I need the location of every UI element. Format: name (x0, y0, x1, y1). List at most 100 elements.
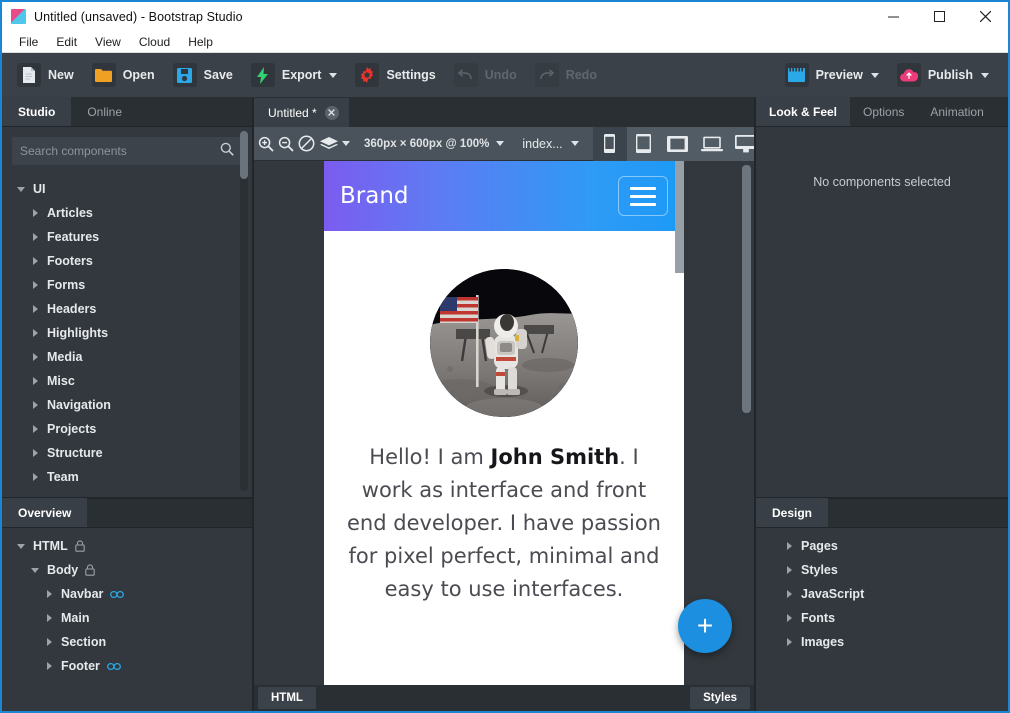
chevron-right-icon[interactable] (30, 233, 40, 241)
tab-options[interactable]: Options (850, 97, 918, 126)
tree-item-images[interactable]: Images (756, 630, 1008, 654)
tab-look-and-feel[interactable]: Look & Feel (756, 97, 851, 126)
chevron-right-icon[interactable] (784, 614, 794, 622)
scrollbar-thumb[interactable] (675, 161, 684, 273)
search-box[interactable] (12, 137, 242, 165)
html-panel-button[interactable]: HTML (258, 687, 316, 709)
menu-file[interactable]: File (10, 33, 47, 51)
chevron-right-icon[interactable] (30, 281, 40, 289)
tree-item-team[interactable]: Team (2, 465, 252, 489)
search-icon[interactable] (220, 142, 234, 161)
preview-navbar[interactable]: Brand (324, 161, 684, 231)
chevron-right-icon[interactable] (30, 329, 40, 337)
device-frame[interactable]: Brand Hello! I am John Smith. I work as … (324, 161, 684, 685)
device-phone-landscape-button[interactable] (626, 126, 661, 161)
maximize-button[interactable] (916, 2, 962, 31)
tab-studio[interactable]: Studio (2, 97, 72, 126)
menu-edit[interactable]: Edit (47, 33, 86, 51)
tree-item-media[interactable]: Media (2, 345, 252, 369)
menu-cloud[interactable]: Cloud (130, 33, 179, 51)
styles-panel-button[interactable]: Styles (690, 687, 750, 709)
tree-item-pages[interactable]: Pages (756, 534, 1008, 558)
chevron-right-icon[interactable] (44, 638, 54, 646)
tree-item-javascript[interactable]: JavaScript (756, 582, 1008, 606)
chevron-down-icon[interactable] (16, 543, 26, 549)
search-input[interactable] (20, 144, 220, 158)
chevron-right-icon[interactable] (784, 590, 794, 598)
tree-item-navigation[interactable]: Navigation (2, 393, 252, 417)
chevron-right-icon[interactable] (30, 449, 40, 457)
canvas-file-selector[interactable]: index... (522, 137, 579, 151)
tree-item-html[interactable]: HTML (2, 534, 252, 558)
chevron-right-icon[interactable] (30, 377, 40, 385)
menu-view[interactable]: View (86, 33, 130, 51)
no-style-icon[interactable] (298, 131, 315, 157)
tree-item-footer[interactable]: Footer (2, 654, 252, 678)
tree-item-styles[interactable]: Styles (756, 558, 1008, 582)
device-tablet-button[interactable] (660, 126, 695, 161)
tab-online[interactable]: Online (71, 97, 139, 126)
layers-chevron-down-icon[interactable] (342, 141, 350, 146)
chevron-right-icon[interactable] (44, 590, 54, 598)
canvas-scrollbar[interactable] (742, 165, 751, 681)
chevron-right-icon[interactable] (784, 566, 794, 574)
device-phone-button[interactable] (592, 126, 627, 161)
tab-animation[interactable]: Animation (917, 97, 997, 126)
tree-item-articles[interactable]: Articles (2, 201, 252, 225)
scrollbar-thumb[interactable] (742, 165, 751, 413)
scrollbar-thumb[interactable] (240, 131, 248, 179)
chevron-right-icon[interactable] (30, 401, 40, 409)
tree-item-features[interactable]: Features (2, 225, 252, 249)
layers-icon[interactable] (320, 131, 338, 157)
publish-button[interactable]: Publish (890, 59, 996, 91)
chevron-right-icon[interactable] (30, 209, 40, 217)
chevron-right-icon[interactable] (44, 662, 54, 670)
redo-button[interactable]: Redo (528, 59, 604, 91)
tree-item-projects[interactable]: Projects (2, 417, 252, 441)
tree-item-main[interactable]: Main (2, 606, 252, 630)
chevron-right-icon[interactable] (30, 305, 40, 313)
chevron-down-icon[interactable] (16, 186, 26, 192)
close-tab-icon[interactable] (324, 105, 339, 120)
tree-item-fonts[interactable]: Fonts (756, 606, 1008, 630)
export-button[interactable]: Export (244, 59, 345, 91)
settings-button[interactable]: Settings (348, 59, 442, 91)
tree-item-body[interactable]: Body (2, 558, 252, 582)
chevron-right-icon[interactable] (784, 542, 794, 550)
undo-button[interactable]: Undo (447, 59, 524, 91)
hamburger-menu-icon[interactable] (618, 176, 668, 216)
open-button[interactable]: Open (85, 59, 162, 91)
tree-item-navbar[interactable]: Navbar (2, 582, 252, 606)
chevron-right-icon[interactable] (30, 353, 40, 361)
hero-bio[interactable]: Hello! I am John Smith. I work as interf… (346, 441, 662, 606)
avatar[interactable] (430, 269, 578, 417)
chevron-right-icon[interactable] (30, 473, 40, 481)
canvas-dimensions[interactable]: 360px × 600px @ 100% (364, 138, 505, 150)
chevron-right-icon[interactable] (30, 425, 40, 433)
tree-item-footers[interactable]: Footers (2, 249, 252, 273)
tab-design[interactable]: Design (756, 498, 829, 527)
tree-item-highlights[interactable]: Highlights (2, 321, 252, 345)
design-canvas[interactable]: Brand Hello! I am John Smith. I work as … (254, 161, 754, 685)
new-button[interactable]: New (10, 59, 81, 91)
save-button[interactable]: Save (166, 59, 240, 91)
chevron-right-icon[interactable] (44, 614, 54, 622)
tab-overview[interactable]: Overview (2, 498, 88, 527)
chevron-right-icon[interactable] (30, 257, 40, 265)
components-scrollbar[interactable] (240, 131, 248, 491)
preview-button[interactable]: Preview (778, 59, 886, 91)
tree-item-ui[interactable]: UI (2, 177, 252, 201)
floating-action-button[interactable]: + (678, 599, 732, 653)
navbar-brand[interactable]: Brand (340, 183, 409, 209)
zoom-in-icon[interactable] (258, 131, 274, 157)
tree-item-forms[interactable]: Forms (2, 273, 252, 297)
close-button[interactable] (962, 2, 1008, 31)
tree-item-headers[interactable]: Headers (2, 297, 252, 321)
chevron-down-icon[interactable] (30, 567, 40, 573)
minimize-button[interactable] (870, 2, 916, 31)
device-scrollbar[interactable] (675, 161, 684, 685)
tree-item-section[interactable]: Section (2, 630, 252, 654)
menu-help[interactable]: Help (179, 33, 222, 51)
zoom-out-icon[interactable] (278, 131, 294, 157)
document-tab-untitled[interactable]: Untitled * (254, 98, 349, 127)
